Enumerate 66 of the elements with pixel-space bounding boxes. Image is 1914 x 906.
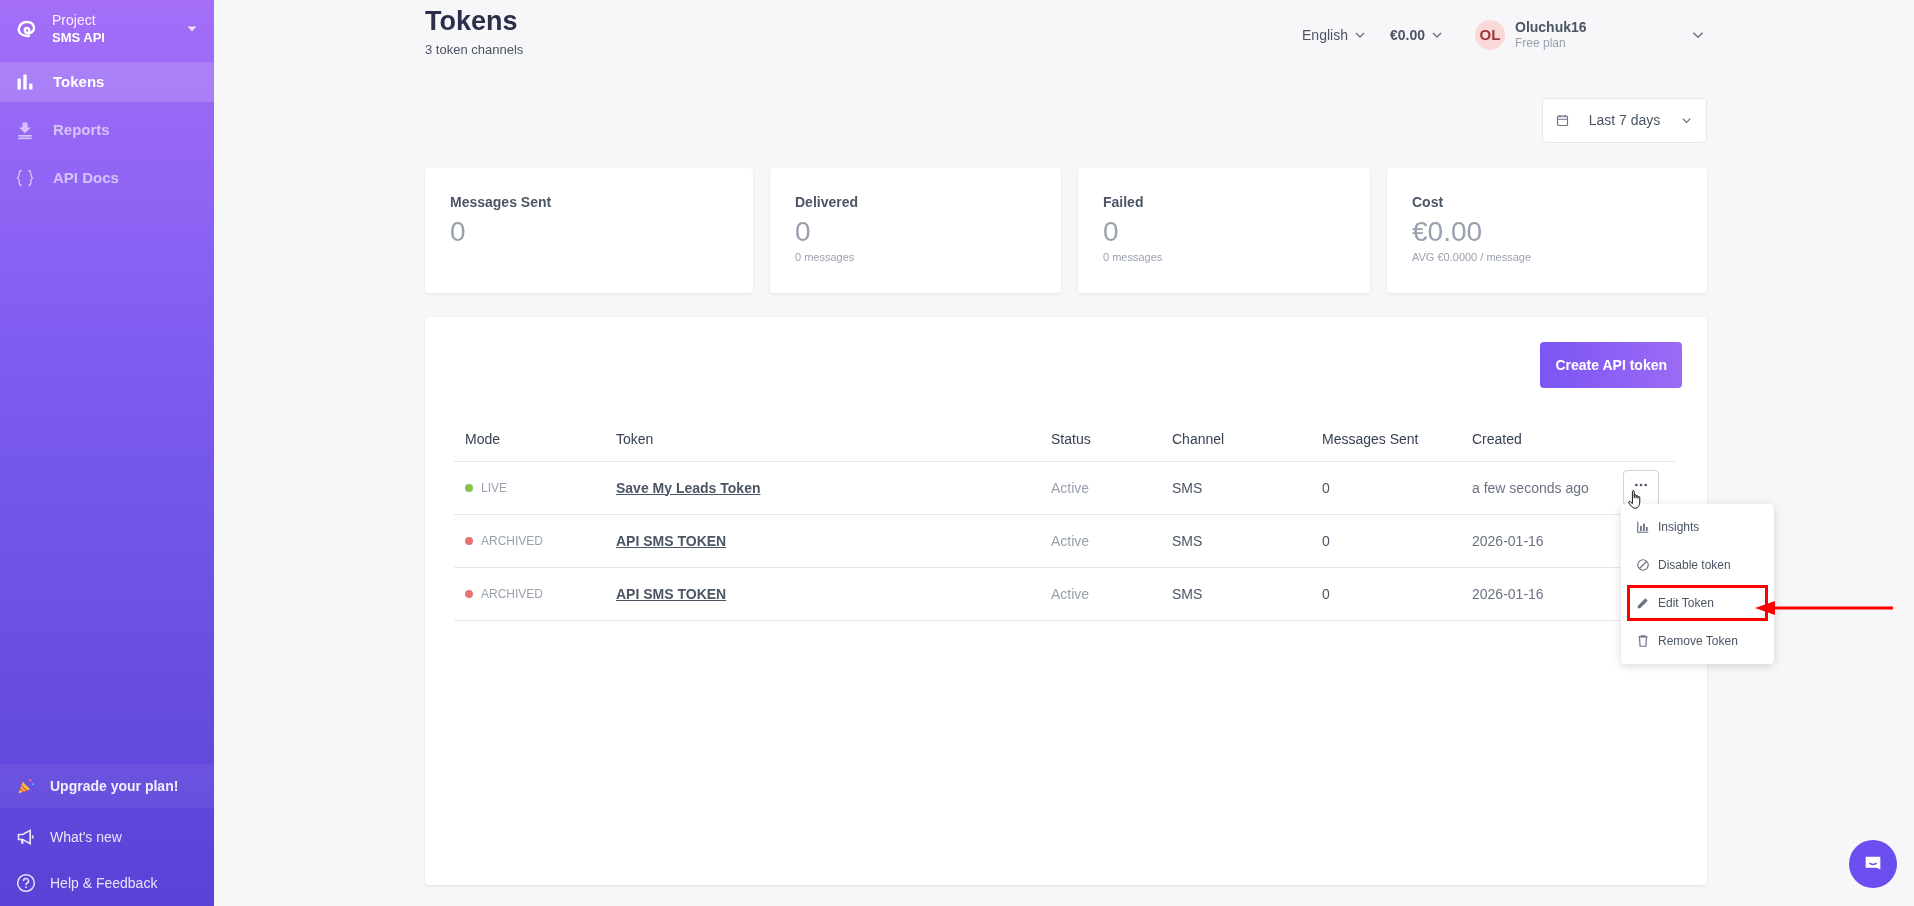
- table-cell-text: SMS: [1172, 584, 1204, 604]
- mode-label: ARCHIVED: [481, 533, 543, 550]
- menu-item[interactable]: Edit Token: [1630, 588, 1765, 618]
- menu-item[interactable]: Remove Token: [1630, 626, 1765, 656]
- user-menu[interactable]: OL Oluchuk16 Free plan: [1475, 19, 1707, 51]
- column-header: Messages Sent: [1322, 430, 1420, 449]
- create-token-button[interactable]: Create API token: [1540, 342, 1682, 388]
- upgrade-link[interactable]: Upgrade your plan!: [0, 764, 214, 808]
- menu-item[interactable]: Disable token: [1630, 550, 1765, 580]
- table-cell-text: Active: [1051, 531, 1091, 551]
- balance-dropdown[interactable]: €0.00: [1389, 24, 1445, 46]
- mode-label: ARCHIVED: [481, 586, 543, 603]
- user-avatar: OL: [1475, 20, 1505, 50]
- table-cell-text: 2026-01-16: [1472, 584, 1545, 604]
- page-subtitle: 3 token channels: [425, 41, 524, 59]
- stat-value: 0: [1103, 215, 1120, 249]
- stat-label: Failed: [1103, 193, 1145, 212]
- stat-note: AVG €0.0000 / message: [1412, 250, 1533, 265]
- page-title: Tokens: [425, 5, 519, 38]
- table-cell-text: 2026-01-16: [1472, 531, 1545, 551]
- column-header: Mode: [465, 430, 502, 449]
- stat-value: 0: [795, 215, 812, 249]
- table-cell-text: SMS: [1172, 531, 1204, 551]
- braces-icon: [15, 168, 35, 188]
- calendar-icon: [1555, 113, 1570, 128]
- ban-icon: [1636, 558, 1650, 572]
- help-icon: [16, 873, 36, 893]
- mode-label: LIVE: [481, 480, 507, 497]
- stat-note: 0 messages: [1103, 250, 1164, 265]
- bar-chart-icon: [1636, 520, 1650, 534]
- trash-icon: [1636, 634, 1650, 648]
- pencil-icon: [1636, 596, 1650, 610]
- stat-value: €0.00: [1412, 215, 1484, 249]
- project-name: SMS API: [52, 29, 105, 46]
- token-link[interactable]: API SMS TOKEN: [616, 585, 727, 602]
- column-header: Token: [616, 430, 655, 449]
- stat-label: Delivered: [795, 193, 860, 212]
- sidebar-link[interactable]: Help & Feedback: [0, 860, 214, 906]
- project-label: Project: [52, 12, 97, 29]
- table-cell-text: 0: [1322, 531, 1331, 551]
- stat-note: 0 messages: [795, 250, 856, 265]
- token-link[interactable]: Save My Leads Token: [616, 479, 761, 496]
- megaphone-icon: [16, 827, 36, 847]
- table-cell-text: a few seconds ago: [1472, 478, 1590, 498]
- table-cell-text: Active: [1051, 584, 1091, 604]
- column-header: Channel: [1172, 430, 1226, 449]
- stat-value: 0: [450, 215, 467, 249]
- date-range-dropdown[interactable]: Last 7 days: [1542, 98, 1707, 143]
- user-plan: Free plan: [1515, 35, 1567, 51]
- language-dropdown[interactable]: English: [1302, 24, 1368, 46]
- sidebar-link[interactable]: What's new: [0, 814, 214, 860]
- token-link[interactable]: API SMS TOKEN: [616, 532, 727, 549]
- bar-chart-icon: [15, 72, 35, 92]
- column-header: Status: [1051, 430, 1092, 449]
- chat-button[interactable]: [1849, 840, 1897, 888]
- menu-item[interactable]: Insights: [1630, 512, 1765, 542]
- download-icon: [15, 120, 35, 140]
- table-cell-text: 0: [1322, 584, 1331, 604]
- stat-label: Messages Sent: [450, 193, 553, 212]
- table-cell-text: 0: [1322, 478, 1331, 498]
- table-cell-text: Active: [1051, 478, 1091, 498]
- user-name: Oluchuk16: [1515, 19, 1587, 35]
- column-header: Created: [1472, 430, 1523, 449]
- stat-label: Cost: [1412, 193, 1445, 212]
- party-popper-icon: [16, 776, 36, 796]
- table-cell-text: SMS: [1172, 478, 1204, 498]
